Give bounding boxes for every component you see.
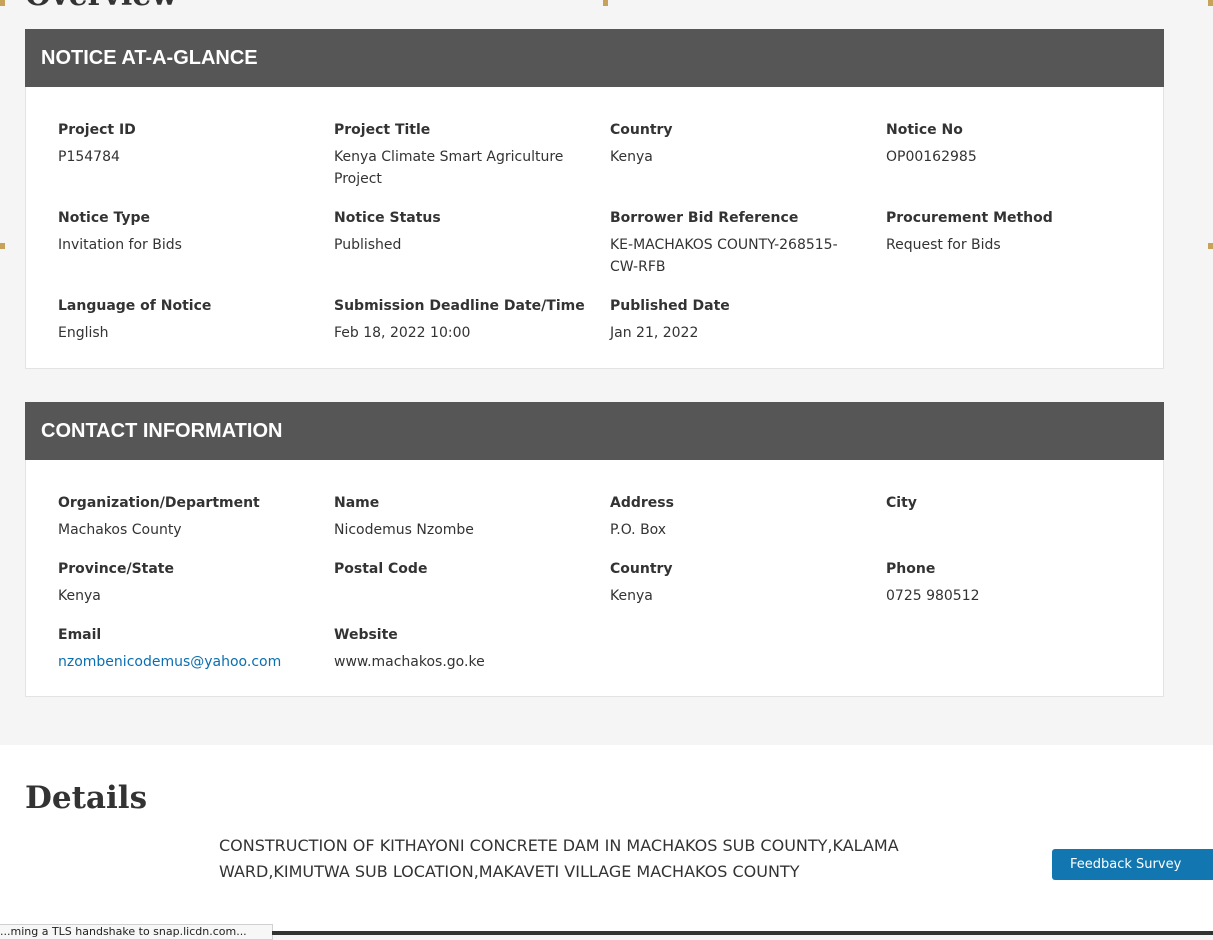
field-contact-country: Country Kenya [610, 559, 866, 607]
field-label: Published Date [610, 298, 730, 314]
field-value: Machakos County [58, 522, 182, 538]
details-section: Details CONSTRUCTION OF KITHAYONI CONCRE… [0, 745, 1213, 935]
field-label: Borrower Bid Reference [610, 210, 799, 226]
feedback-survey-button[interactable]: Feedback Survey [1052, 849, 1213, 880]
field-published-date: Published Date Jan 21, 2022 [610, 296, 866, 344]
field-phone: Phone 0725 980512 [886, 559, 1142, 607]
field-postal-code: Postal Code [334, 559, 590, 585]
field-value: Jan 21, 2022 [610, 325, 699, 341]
edge-marker [1208, 243, 1213, 249]
field-value: 0725 980512 [886, 588, 980, 604]
details-title: Details [25, 780, 148, 816]
field-notice-status: Notice Status Published [334, 208, 590, 256]
field-label: Notice Type [58, 210, 151, 226]
field-label: Name [334, 495, 380, 511]
browser-status-bar: ...ming a TLS handshake to snap.licdn.co… [0, 924, 273, 940]
field-language: Language of Notice English [58, 296, 314, 344]
field-value: www.machakos.go.ke [334, 654, 485, 670]
field-label: Organization/Department [58, 495, 260, 511]
field-value: Kenya Climate Smart Agriculture Project [334, 149, 564, 187]
field-label: Submission Deadline Date/Time [334, 298, 585, 314]
field-label: Website [334, 627, 398, 643]
bottom-divider [272, 931, 1213, 935]
field-value: Invitation for Bids [58, 237, 182, 253]
field-label: Notice Status [334, 210, 441, 226]
field-value: Kenya [58, 588, 101, 604]
edge-marker [0, 0, 5, 6]
edge-marker [603, 0, 608, 6]
notice-card-header: NOTICE AT-A-GLANCE [25, 29, 1164, 87]
field-value: OP00162985 [886, 149, 977, 165]
edge-marker [0, 243, 5, 249]
field-project-title: Project Title Kenya Climate Smart Agricu… [334, 120, 590, 190]
email-link[interactable]: nzombenicodemus@yahoo.com [58, 651, 314, 673]
field-label: Procurement Method [886, 210, 1053, 226]
details-description: CONSTRUCTION OF KITHAYONI CONCRETE DAM I… [219, 836, 899, 881]
field-borrower-bid-reference: Borrower Bid Reference KE-MACHAKOS COUNT… [610, 208, 866, 278]
field-country: Country Kenya [610, 120, 866, 168]
field-province-state: Province/State Kenya [58, 559, 314, 607]
field-submission-deadline: Submission Deadline Date/Time Feb 18, 20… [334, 296, 590, 344]
field-address: Address P.O. Box [610, 493, 866, 541]
field-label: Country [610, 122, 673, 138]
field-label: Language of Notice [58, 298, 212, 314]
field-label: Country [610, 561, 673, 577]
field-notice-no: Notice No OP00162985 [886, 120, 1142, 168]
field-city: City [886, 493, 1142, 519]
field-value: Request for Bids [886, 237, 1001, 253]
field-label: Phone [886, 561, 936, 577]
field-organization: Organization/Department Machakos County [58, 493, 314, 541]
field-label: Address [610, 495, 674, 511]
edge-marker [1208, 0, 1213, 6]
field-value: Published [334, 237, 402, 253]
field-value: Kenya [610, 149, 653, 165]
field-name: Name Nicodemus Nzombe [334, 493, 590, 541]
field-value: English [58, 325, 109, 341]
notice-card: NOTICE AT-A-GLANCE Project ID P154784 Pr… [25, 29, 1164, 369]
field-value: Feb 18, 2022 10:00 [334, 325, 471, 341]
field-value: Nicodemus Nzombe [334, 522, 474, 538]
overview-title: Overview [25, 0, 177, 13]
field-website: Website www.machakos.go.ke [334, 625, 590, 673]
field-label: Notice No [886, 122, 963, 138]
field-notice-type: Notice Type Invitation for Bids [58, 208, 314, 256]
field-project-id: Project ID P154784 [58, 120, 314, 168]
contact-card-header: CONTACT INFORMATION [25, 402, 1164, 460]
field-label: Email [58, 627, 102, 643]
field-label: Postal Code [334, 561, 428, 577]
field-label: Province/State [58, 561, 174, 577]
field-value: Kenya [610, 588, 653, 604]
field-value: KE-MACHAKOS COUNTY-268515-CW-RFB [610, 237, 838, 275]
field-value: P.O. Box [610, 522, 667, 538]
contact-card: CONTACT INFORMATION Organization/Departm… [25, 402, 1164, 697]
field-label: Project Title [334, 122, 431, 138]
field-email: Email nzombenicodemus@yahoo.com [58, 625, 314, 673]
field-label: Project ID [58, 122, 136, 138]
field-label: City [886, 495, 917, 511]
field-procurement-method: Procurement Method Request for Bids [886, 208, 1142, 256]
field-value: P154784 [58, 149, 120, 165]
